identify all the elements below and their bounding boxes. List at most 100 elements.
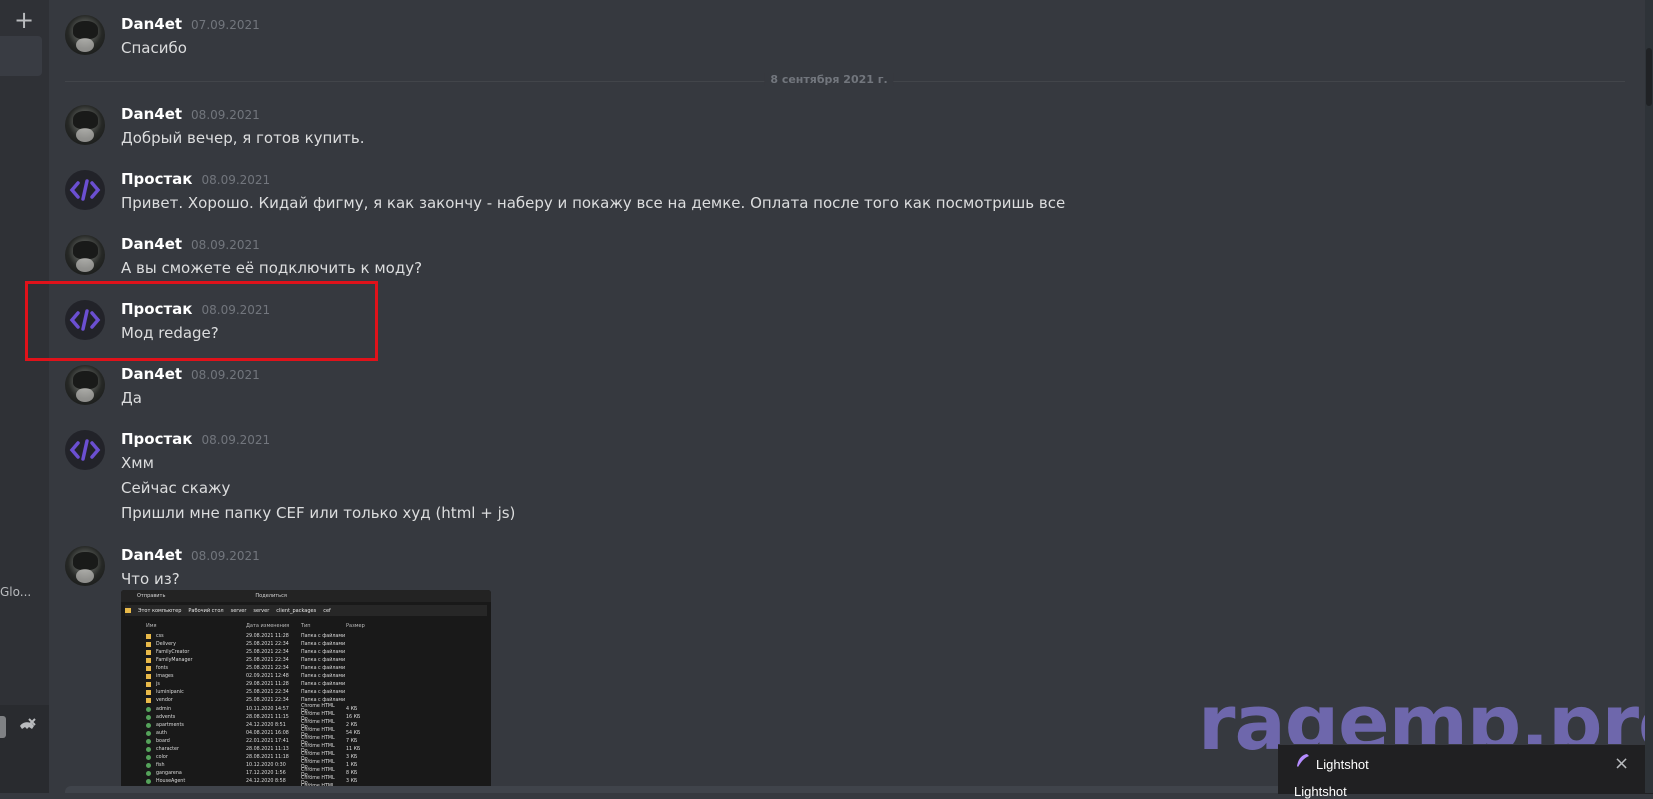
column-name-header: Имя [146,623,157,629]
folder-icon [146,681,151,687]
file-size: 54 КБ [346,730,361,736]
chrome-file-icon [146,770,151,776]
server-sidebar: + Glo... [0,0,49,793]
message-author[interactable]: Простак [121,170,192,188]
breadcrumb-part: Рабочий стол [188,607,224,614]
code-icon [69,439,101,461]
file-size: 3 КБ [346,754,358,760]
partial-control-icon[interactable] [0,716,6,738]
file-row: FamilyCreator 25.08.2021 22:34 Папка с фай… [121,648,491,656]
chrome-file-icon [146,754,151,760]
message-author[interactable]: Dan4et [121,546,182,564]
file-row: apartments 24.12.2020 8:51 Chrome HTML Do.… [121,720,491,730]
avatar[interactable] [65,170,105,210]
file-type: Папка с файлами [301,649,346,655]
file-size: 7 КБ [346,738,358,744]
file-name: fonts [156,665,169,671]
file-name: Delivery [156,641,176,647]
breadcrumb-part: client_packages [276,607,317,614]
folder-icon [146,633,151,639]
file-size: 11 КБ [346,746,361,752]
file-size: 1 КБ [346,762,358,768]
file-row: HouseAgent 24.12.2020 8:58 Chrome HTML Do.… [121,776,491,786]
file-date: 25.08.2021 22:34 [246,657,289,663]
avatar[interactable] [65,546,105,586]
avatar[interactable] [65,430,105,470]
message-author[interactable]: Dan4et [121,105,182,123]
file-type: Папка с файлами [301,633,346,639]
message-input[interactable] [65,786,1285,793]
file-date: 24.12.2020 8:58 [246,778,286,784]
file-date: 25.08.2021 22:34 [246,697,289,703]
file-size: 3 КБ [346,778,358,784]
file-date: 04.08.2021 16:08 [246,730,289,736]
column-date-header: Дата изменения [246,623,290,629]
file-date: 28.08.2021 11:13 [246,746,289,752]
folder-icon [125,608,131,613]
file-row: vendor 25.08.2021 22:34 Папка с файлами [121,696,491,704]
message-author[interactable]: Dan4et [121,365,182,383]
scrollbar-thumb[interactable] [1646,48,1652,106]
file-name: apartments [156,722,184,728]
phone-x-icon[interactable] [16,716,38,738]
notification-body: Lightshot [1294,784,1347,799]
breadcrumb-part: server [253,607,270,614]
notification-title: Lightshot [1316,757,1369,772]
file-row: images 02.09.2021 12:48 Папка с файлами [121,672,491,680]
scrollbar-track[interactable] [1645,0,1653,793]
file-date: 10.11.2020 14:57 [246,706,289,712]
file-row: luminipanic 25.08.2021 22:34 Папка с файла… [121,688,491,696]
sidebar-truncated-label: Glo... [0,585,32,599]
chrome-file-icon [146,714,151,720]
avatar[interactable] [65,15,105,55]
image-attachment[interactable]: Отправить Поделиться Этот компьютер Рабо… [121,590,491,793]
file-name: FamilyCreator [156,649,190,655]
file-row: gangarena 17.12.2020 1:56 Chrome HTML Do..… [121,768,491,778]
file-row: css 29.08.2021 11:28 Папка с файлами [121,632,491,640]
avatar[interactable] [65,365,105,405]
message-timestamp: 08.09.2021 [191,108,260,122]
message-text: Хмм [121,454,154,472]
file-explorer-toolbar: Отправить Поделиться [121,590,491,602]
message-author[interactable]: Dan4et [121,15,182,33]
file-date: 25.08.2021 22:34 [246,689,289,695]
close-icon[interactable]: × [1614,755,1629,773]
file-size: 16 КБ [346,714,361,720]
chrome-file-icon [146,738,151,744]
plus-icon[interactable]: + [14,4,34,36]
message-timestamp: 08.09.2021 [191,549,260,563]
code-icon [69,179,101,201]
file-row: fish 10.12.2020 0:30 Chrome HTML Do... 1 КБ [121,760,491,770]
file-row: character 28.08.2021 11:13 Chrome HTML Do.… [121,744,491,754]
folder-icon [146,673,151,679]
message-text: Привет. Хорошо. Кидай фигму, я как закон… [121,194,1066,212]
file-name: admin [156,706,172,712]
file-date: 29.08.2021 11:28 [246,681,289,687]
message-text: Спасибо [121,39,187,57]
file-name: fish [156,762,165,768]
message-author[interactable]: Dan4et [121,235,182,253]
file-name: images [156,673,174,679]
file-date: 10.12.2020 0:30 [246,762,286,768]
feather-icon [1297,754,1309,767]
avatar[interactable] [65,235,105,275]
file-type: Папка с файлами [301,665,346,671]
message-author[interactable]: Простак [121,430,192,448]
avatar[interactable] [65,105,105,145]
file-row: Delivery 25.08.2021 22:34 Папка с файлами [121,640,491,648]
file-date: 25.08.2021 22:34 [246,649,289,655]
explorer-address-bar: Этот компьютер Рабочий стол server serve… [125,605,487,616]
file-type: Папка с файлами [301,697,346,703]
file-name: color [156,754,168,760]
message-timestamp: 08.09.2021 [201,433,271,447]
lightshot-notification: Lightshot × Lightshot [1278,744,1653,799]
file-list: css 29.08.2021 11:28 Папка с файлами Delive… [121,632,491,793]
folder-icon [146,689,151,695]
message-timestamp: 07.09.2021 [191,18,260,32]
file-row: auth 04.08.2021 16:08 Chrome HTML Do... 54 … [121,728,491,738]
file-type: Папка с файлами [301,681,346,687]
date-divider-label: 8 сентября 2021 г. [764,73,894,86]
active-channel-item[interactable] [0,36,42,76]
file-name: vendor [156,697,173,703]
breadcrumb-part: cef [323,607,331,614]
